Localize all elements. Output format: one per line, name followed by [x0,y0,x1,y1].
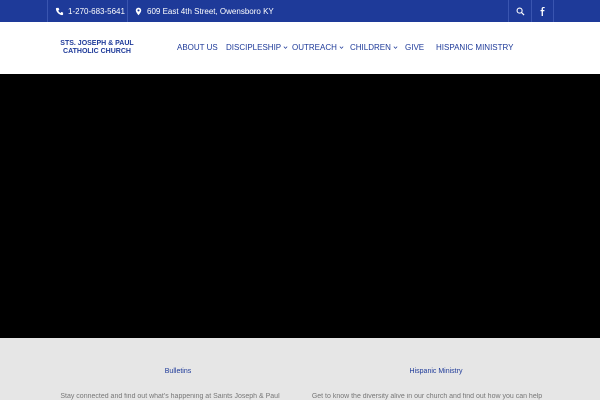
nav-children[interactable]: CHILDREN [350,43,398,52]
nav-discipleship-label: DISCIPLESHIP [226,43,282,52]
nav-about-label: ABOUT US [177,43,218,52]
map-pin-icon [135,7,142,15]
bulletins-title[interactable]: Bulletins [78,368,278,375]
feature-section: Bulletins Stay connected and find out wh… [0,338,600,400]
nav-about[interactable]: ABOUT US [177,43,218,52]
hero-video[interactable] [0,74,600,338]
nav-give[interactable]: GIVE [405,43,424,52]
chevron-down-icon [339,46,344,49]
divider [47,0,48,22]
chevron-down-icon [393,46,398,49]
facebook-button[interactable] [531,0,553,22]
nav-hispanic-label: HISPANIC MINISTRY [436,43,514,52]
top-bar: 1-270-683-5641 609 East 4th Street, Owen… [0,0,600,22]
address-link[interactable]: 609 East 4th Street, Owensboro KY [134,0,274,22]
nav-outreach[interactable]: OUTREACH [292,43,344,52]
nav-give-label: GIVE [405,43,425,52]
phone-icon [55,7,64,15]
nav-children-label: CHILDREN [350,43,391,52]
hispanic-ministry-text: Get to know the diversity alive in our c… [311,393,543,400]
bulletins-text: Stay connected and find out what's happe… [60,393,280,400]
church-logo[interactable]: STS. JOSEPH & PAUL CATHOLIC CHURCH [57,40,137,56]
divider [553,0,554,22]
nav-hispanic-ministry[interactable]: HISPANIC MINISTRY [436,43,514,52]
site-header: STS. JOSEPH & PAUL CATHOLIC CHURCH ABOUT… [0,22,600,74]
address-text: 609 East 4th Street, Owensboro KY [147,6,274,16]
logo-line-1: STS. JOSEPH & PAUL [60,40,134,47]
search-button[interactable] [509,0,531,22]
phone-number: 1-270-683-5641 [68,6,125,16]
divider [127,0,128,22]
logo-line-2: CATHOLIC CHURCH [63,48,131,55]
facebook-icon [540,6,545,16]
hispanic-ministry-title[interactable]: Hispanic Ministry [336,368,536,375]
nav-discipleship[interactable]: DISCIPLESHIP [226,43,288,52]
phone-link[interactable]: 1-270-683-5641 [55,0,125,22]
nav-outreach-label: OUTREACH [292,43,337,52]
chevron-down-icon [283,46,288,49]
search-icon [516,7,525,16]
